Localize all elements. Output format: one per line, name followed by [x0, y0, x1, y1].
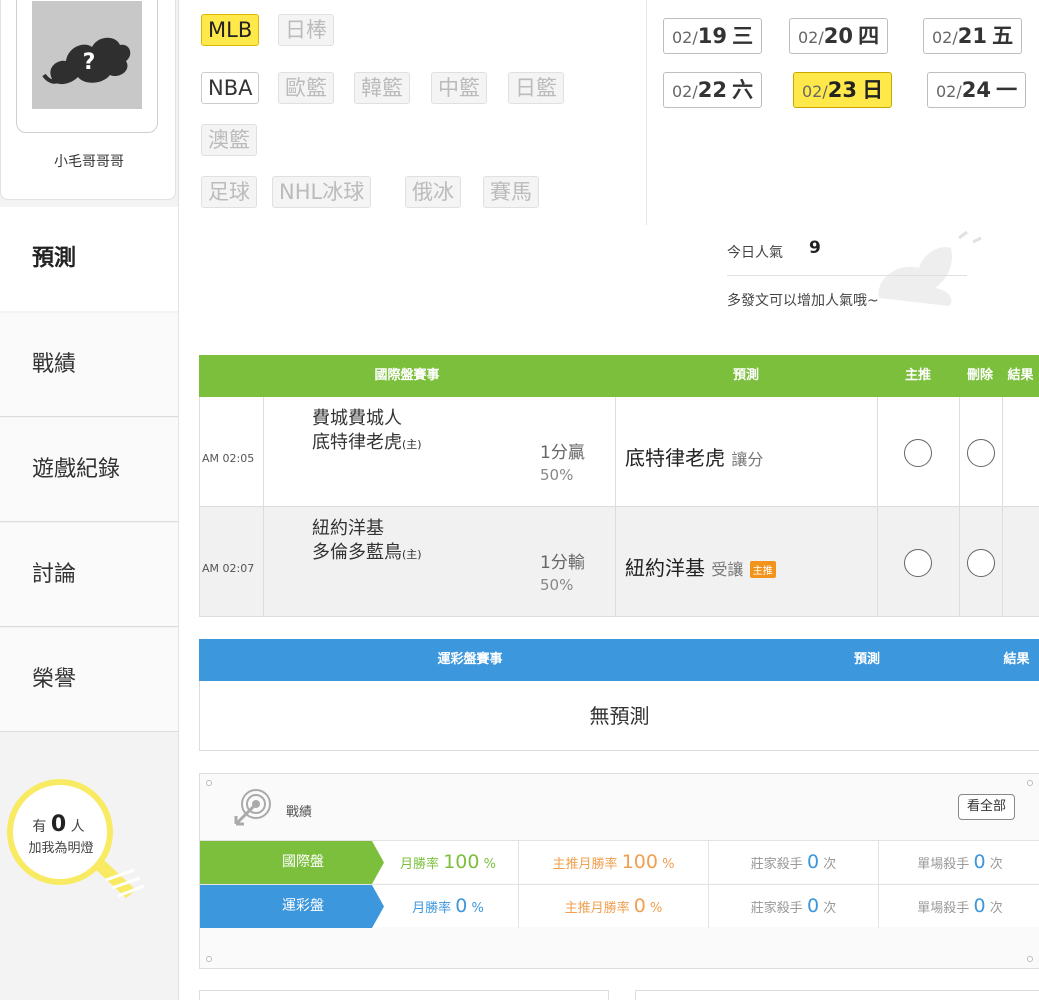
header-delete: 刪除 — [966, 368, 993, 383]
sport-tag-nhl[interactable]: NHL冰球 — [272, 176, 372, 208]
record-row-lottery: 運彩盤 月勝率 0 % 主推月勝率 0 % 莊家殺手 0 次 單場殺手 0 次 — [200, 884, 1039, 928]
match-teams: 費城費城人 底特律老虎(主) — [312, 408, 422, 453]
avatar-placeholder: ? — [32, 1, 142, 109]
record-row-intl: 國際盤 月勝率 100 % 主推月勝率 100 % 莊家殺手 0 次 單場殺手 … — [200, 840, 1039, 884]
follow-caption: 加我為明燈 — [28, 841, 94, 856]
header-lottery-match: 運彩盤賽事 — [437, 652, 503, 667]
main-pick-badge: 主推 — [749, 561, 776, 578]
sport-tag-soccer[interactable]: 足球 — [201, 176, 257, 208]
nav-honor[interactable]: 榮譽 — [0, 628, 178, 732]
date-0220[interactable]: 02/20 四 — [789, 18, 889, 54]
date-0224[interactable]: 02/24 一 — [927, 72, 1027, 108]
sidebar: ? 小毛哥哥哥 預測 戰績 遊戲紀錄 討論 榮譽 有 0 人 加我為明燈 — [0, 0, 180, 1000]
header-result: 結果 — [1007, 368, 1034, 383]
sport-tag-korea-basketball[interactable]: 韓籃 — [354, 72, 410, 104]
main-pick-radio[interactable] — [904, 549, 932, 577]
lottery-table-header: 運彩盤賽事 預測 結果 — [199, 639, 1039, 681]
delete-radio[interactable] — [967, 439, 995, 467]
main-pick-radio[interactable] — [904, 439, 932, 467]
delete-radio[interactable] — [967, 549, 995, 577]
banker-killer: 莊家殺手 0 次 — [708, 885, 878, 928]
target-icon — [234, 789, 271, 826]
header-intl-match: 國際盤賽事 — [374, 368, 440, 383]
date-0221[interactable]: 02/21 五 — [923, 18, 1023, 54]
header-lottery-prediction: 預測 — [853, 652, 880, 667]
table-row: AM 02:05 費城費城人 底特律老虎(主) 1分贏 50% 底特律老虎 讓分 — [199, 397, 1039, 507]
popularity-label: 今日人氣 — [727, 245, 783, 261]
sport-tag-japan-basketball[interactable]: 日籃 — [508, 72, 564, 104]
nav-prediction[interactable]: 預測 — [0, 207, 180, 311]
nav-discussion[interactable]: 討論 — [0, 523, 178, 627]
profile-card: ? 小毛哥哥哥 — [0, 0, 176, 200]
main-pick-win-rate: 主推月勝率 100 % — [518, 841, 708, 884]
sport-tag-horse-racing[interactable]: 賽馬 — [483, 176, 539, 208]
main-content: MLB 日棒 NBA 歐籃 韓籃 中籃 日籃 澳籃 足球 NHL冰球 俄冰 賽馬… — [178, 0, 1039, 1000]
date-0223[interactable]: 02/23 日 — [793, 72, 893, 108]
record-title: 戰績 — [286, 805, 313, 820]
date-0222[interactable]: 02/22 六 — [663, 72, 763, 108]
username: 小毛哥哥哥 — [54, 154, 124, 170]
view-all-button[interactable]: 看全部 — [957, 794, 1015, 820]
bottom-panel-left — [199, 990, 609, 1000]
month-win-rate: 月勝率 100 % — [400, 851, 496, 873]
banker-killer: 莊家殺手 0 次 — [708, 841, 878, 884]
sport-tag-npb[interactable]: 日棒 — [278, 14, 334, 46]
sport-tag-khl[interactable]: 俄冰 — [405, 176, 461, 208]
sport-tag-aus-basketball[interactable]: 澳籃 — [201, 124, 257, 156]
main-pick-win-rate: 主推月勝率 0 % — [518, 885, 708, 928]
prediction-pick: 底特律老虎 讓分 — [625, 446, 764, 470]
header-prediction: 預測 — [732, 368, 759, 383]
prediction-pick: 紐約洋基 受讓 主推 — [625, 552, 776, 581]
match-result: 1分贏 50% — [540, 443, 585, 484]
intl-table-header: 國際盤賽事 預測 主推 刪除 結果 — [199, 355, 1039, 397]
nav-game-history[interactable]: 遊戲紀錄 — [0, 418, 178, 522]
avatar[interactable]: ? — [16, 0, 158, 133]
follower-count: 有 0 人 — [32, 812, 85, 837]
record-label-intl: 國際盤 — [200, 841, 372, 884]
date-0219[interactable]: 02/19 三 — [663, 18, 763, 54]
lottery-empty-state: 無預測 — [199, 681, 1039, 751]
butterfly-decoration-icon — [878, 230, 982, 306]
single-killer: 單場殺手 0 次 — [878, 885, 1039, 928]
lightbulb-widget[interactable]: 有 0 人 加我為明燈 — [6, 770, 176, 920]
header-lottery-result: 結果 — [1003, 652, 1030, 667]
record-panel: 戰績 看全部 國際盤 月勝率 100 % 主推月勝率 100 % 莊家殺手 0 … — [199, 773, 1039, 969]
sport-tag-euro-basketball[interactable]: 歐籃 — [278, 72, 334, 104]
match-time: AM 02:07 — [202, 562, 255, 575]
nav-record[interactable]: 戰績 — [0, 313, 178, 417]
header-main-pick: 主推 — [904, 368, 931, 383]
svg-text:?: ? — [83, 50, 96, 75]
record-label-lottery: 運彩盤 — [200, 885, 372, 928]
single-killer: 單場殺手 0 次 — [878, 841, 1039, 884]
popularity-divider — [727, 275, 967, 276]
month-win-rate: 月勝率 0 % — [412, 895, 484, 917]
sport-tag-nba[interactable]: NBA — [201, 72, 260, 104]
sport-tag-mlb[interactable]: MLB — [201, 14, 260, 46]
bottom-panel-right — [635, 990, 1039, 1000]
match-result: 1分輸 50% — [540, 553, 585, 594]
match-time: AM 02:05 — [202, 452, 255, 465]
popularity-value: 9 — [809, 238, 821, 258]
match-teams: 紐約洋基 多倫多藍鳥(主) — [312, 518, 422, 563]
vertical-divider — [646, 0, 647, 225]
popularity-tip: 多發文可以增加人氣哦~ — [727, 293, 879, 309]
unknown-user-icon: ? — [42, 37, 131, 85]
sport-tag-china-basketball[interactable]: 中籃 — [431, 72, 487, 104]
table-row: AM 02:07 紐約洋基 多倫多藍鳥(主) 1分輸 50% 紐約洋基 受讓 主… — [199, 507, 1039, 617]
